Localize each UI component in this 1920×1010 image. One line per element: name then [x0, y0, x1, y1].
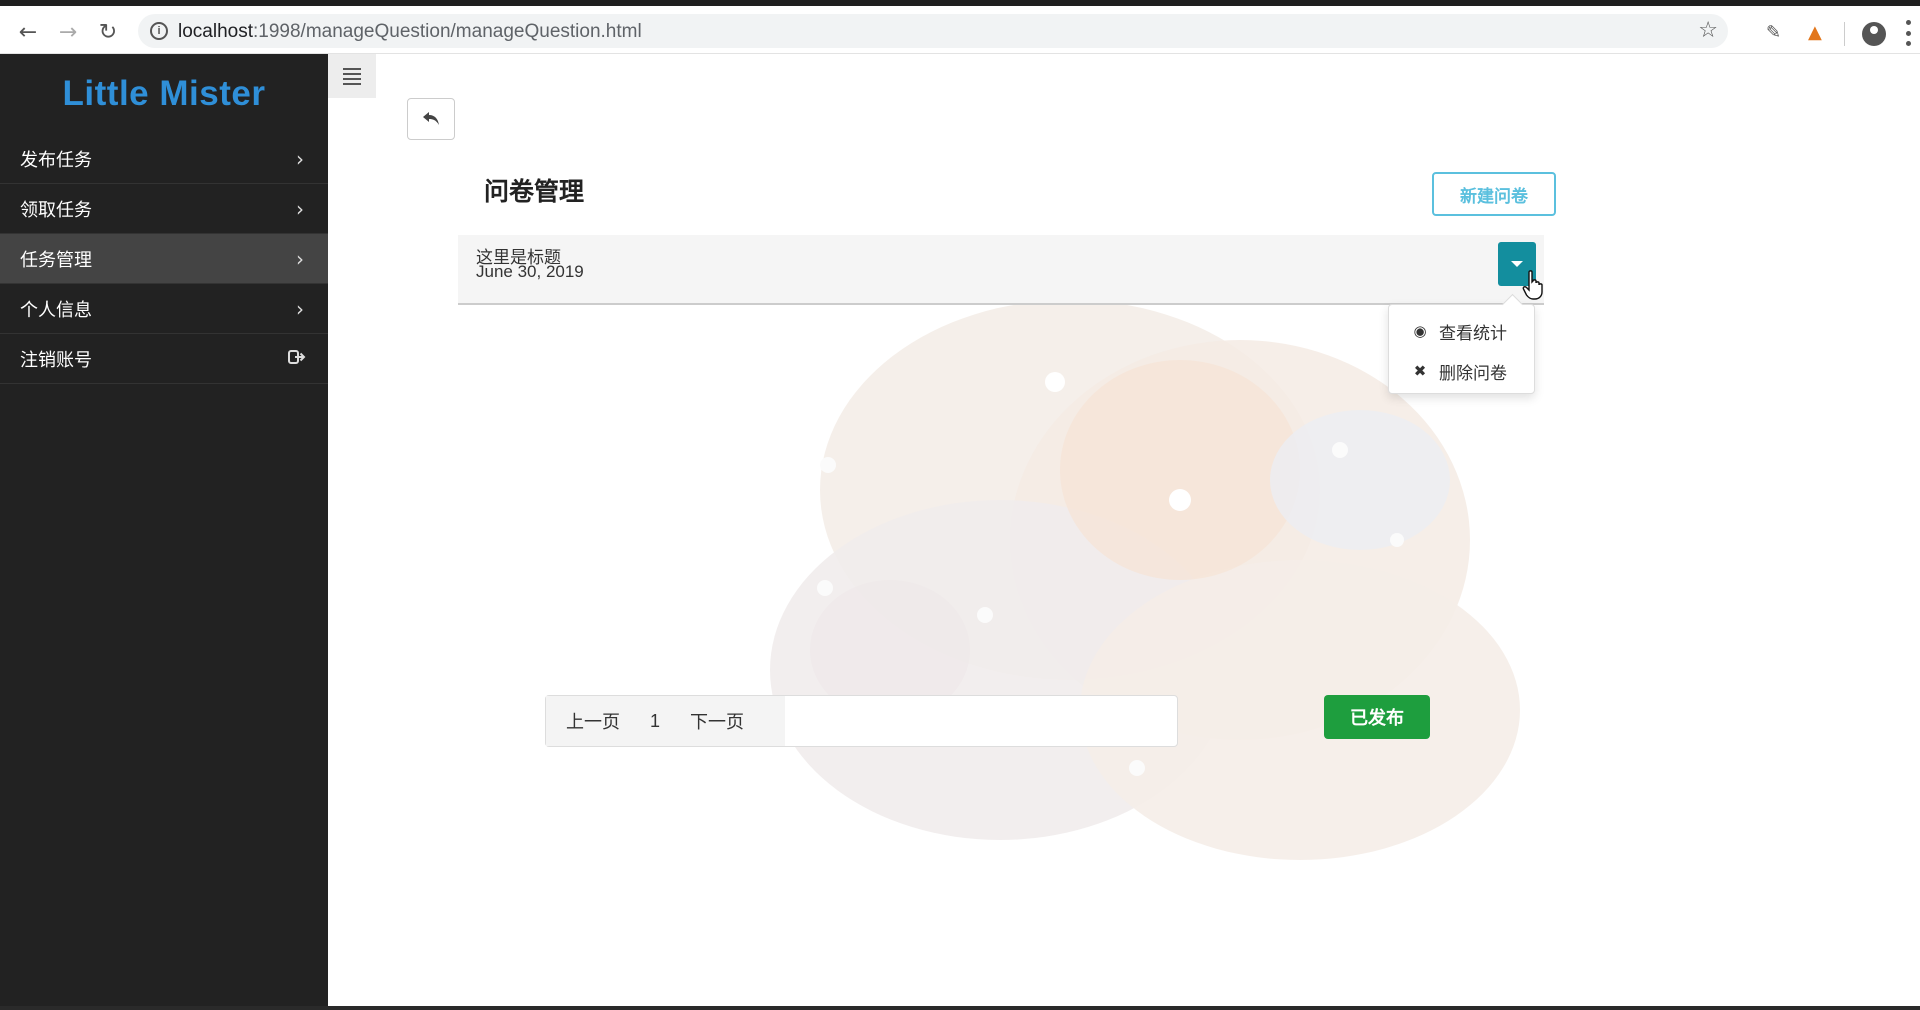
close-icon: ✖ — [1413, 362, 1427, 380]
extension-fox-icon[interactable]: ▲ — [1808, 22, 1822, 43]
menu-item-label: 删除问卷 — [1439, 363, 1507, 383]
info-icon[interactable]: i — [150, 22, 168, 40]
browser-menu-icon[interactable] — [1906, 20, 1912, 46]
sidebar-item-label: 领取任务 — [20, 199, 92, 220]
new-questionnaire-button[interactable]: 新建问卷 — [1432, 172, 1556, 216]
page-title: 问卷管理 — [484, 178, 585, 206]
profile-icon[interactable] — [1862, 22, 1886, 46]
url-text: localhost:1998/manageQuestion/manageQues… — [178, 21, 642, 42]
toolbar-divider — [1844, 22, 1845, 46]
sidebar-item-publish-task[interactable]: 发布任务 › — [0, 134, 328, 184]
eye-icon: ◉ — [1413, 322, 1427, 340]
chevron-right-icon: › — [296, 297, 304, 321]
bookmark-star-icon[interactable]: ☆ — [1698, 18, 1718, 43]
menu-item-label: 查看统计 — [1439, 323, 1507, 343]
address-bar[interactable]: i localhost:1998/manageQuestion/manageQu… — [138, 14, 1728, 48]
forward-arrow-icon[interactable]: → — [54, 18, 82, 46]
published-button[interactable]: 已发布 — [1324, 695, 1430, 739]
browser-toolbar: ← → ↻ i localhost:1998/manageQuestion/ma… — [0, 6, 1920, 54]
sidebar-item-label: 任务管理 — [20, 249, 92, 270]
page-number-button[interactable]: 1 — [640, 711, 670, 732]
sidebar-item-label: 注销账号 — [20, 349, 92, 370]
sidebar-item-label: 发布任务 — [20, 149, 92, 170]
menu-item-delete-questionnaire[interactable]: ✖ 删除问卷 — [1389, 351, 1534, 391]
back-arrow-icon[interactable]: ← — [14, 18, 42, 46]
extension-pen-icon[interactable]: ✎ — [1766, 22, 1781, 43]
hamburger-icon — [343, 67, 361, 70]
sidebar-item-personal-info[interactable]: 个人信息 › — [0, 284, 328, 334]
sidebar-item-task-management[interactable]: 任务管理 › — [0, 234, 328, 284]
sidebar-toggle-button[interactable] — [328, 54, 376, 98]
next-page-button[interactable]: 下一页 — [670, 708, 764, 734]
sidebar-item-label: 个人信息 — [20, 299, 92, 320]
sidebar: Little Mister 发布任务 › 领取任务 › 任务管理 › 个人信息 … — [0, 54, 328, 1006]
brand-logo[interactable]: Little Mister — [0, 54, 328, 134]
sidebar-item-logout[interactable]: 注销账号 — [0, 334, 328, 384]
chevron-right-icon: › — [296, 247, 304, 271]
caret-down-icon — [1511, 261, 1523, 267]
chevron-right-icon: › — [296, 147, 304, 171]
reply-arrow-icon — [423, 112, 439, 125]
questionnaire-card[interactable]: 这里是标题 June 30, 2019 — [458, 235, 1544, 305]
questionnaire-date: June 30, 2019 — [476, 262, 584, 281]
sidebar-item-receive-task[interactable]: 领取任务 › — [0, 184, 328, 234]
hand-cursor-icon — [1522, 270, 1543, 300]
prev-page-button[interactable]: 上一页 — [546, 708, 640, 734]
pagination: 上一页 1 下一页 — [545, 695, 1178, 747]
menu-item-view-stats[interactable]: ◉ 查看统计 — [1389, 311, 1534, 351]
dropdown-menu: ◉ 查看统计 ✖ 删除问卷 — [1388, 304, 1535, 394]
chevron-right-icon: › — [296, 197, 304, 221]
sign-out-icon — [288, 350, 306, 364]
window-bottom-edge — [0, 1006, 1920, 1010]
back-button[interactable] — [407, 98, 455, 140]
reload-icon[interactable]: ↻ — [94, 18, 122, 46]
